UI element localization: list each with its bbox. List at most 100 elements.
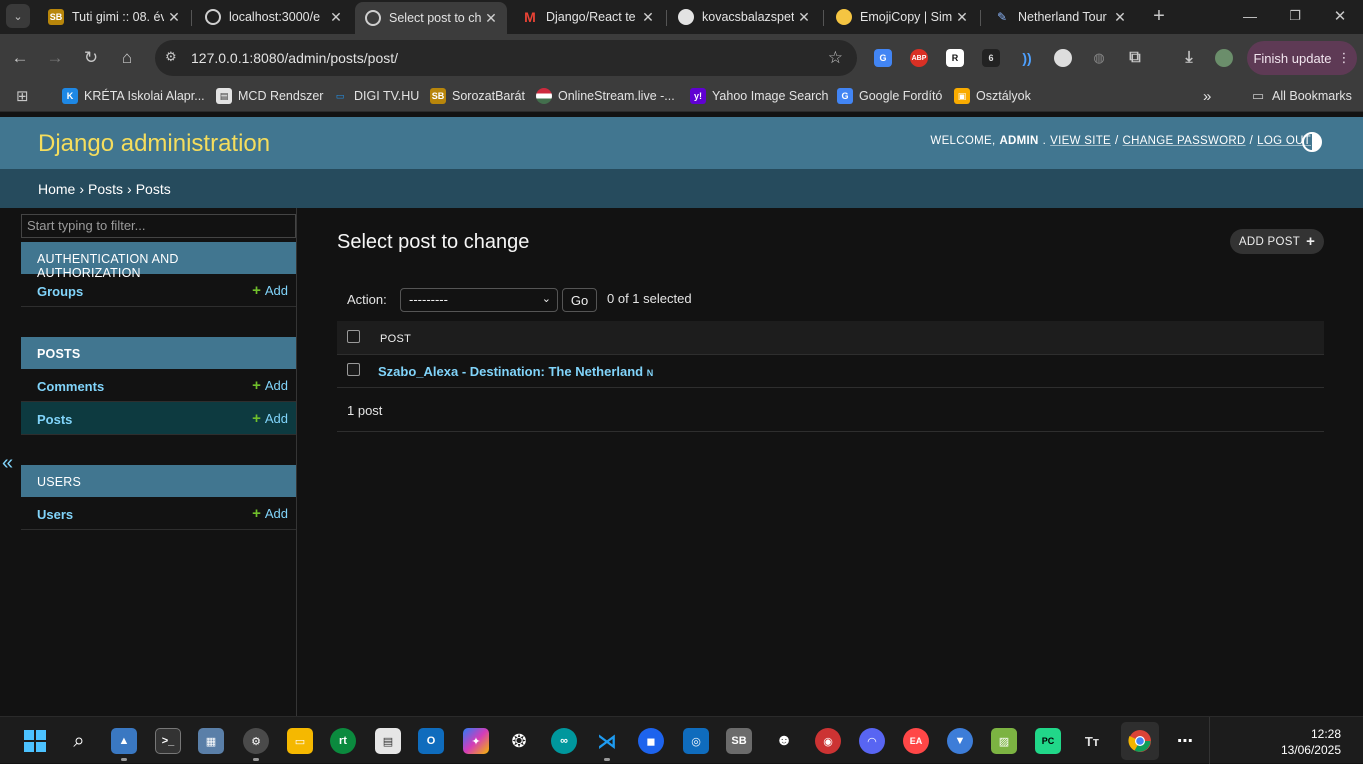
close-tab-icon[interactable]: ✕	[794, 9, 814, 26]
outlook-icon[interactable]: O	[418, 728, 444, 754]
more-dots-icon[interactable]: ⋯	[1172, 728, 1198, 754]
close-tab-icon[interactable]: ✕	[1110, 9, 1130, 26]
copilot-icon[interactable]: ✦	[463, 728, 489, 754]
store-icon[interactable]: ▤	[375, 728, 401, 754]
pycharm-icon[interactable]: PC	[1035, 728, 1061, 754]
sb-app-icon[interactable]: SB	[726, 728, 752, 754]
module-caption-posts[interactable]: POSTS	[21, 337, 296, 369]
profile-avatar[interactable]	[1215, 49, 1233, 67]
bookmark-item[interactable]: K KRÉTA Iskolai Alapr...	[62, 88, 205, 104]
google-translate-ext-icon[interactable]: G	[874, 49, 892, 67]
view-site-link[interactable]: VIEW SITE	[1050, 135, 1111, 147]
sidebar-item-groups[interactable]: Groups + Add	[21, 274, 296, 307]
site-branding[interactable]: Django administration	[38, 130, 270, 158]
search-icon[interactable]: ⌕	[66, 728, 92, 754]
settings-gear-icon[interactable]: ⚙	[243, 728, 269, 754]
row-checkbox[interactable]	[347, 363, 360, 376]
minimize-icon[interactable]: —	[1237, 3, 1263, 29]
docker-icon[interactable]: ◼	[638, 728, 664, 754]
bookmark-item[interactable]: SB SorozatBarát	[430, 88, 525, 104]
reload-icon[interactable]: ↻	[78, 45, 104, 71]
bookmark-item[interactable]: OnlineStream.live -...	[536, 88, 675, 104]
select-all-checkbox[interactable]	[347, 330, 360, 343]
remote-desktop-icon[interactable]: ▦	[198, 728, 224, 754]
add-link[interactable]: + Add	[252, 283, 288, 298]
theme-toggle-icon[interactable]	[1302, 132, 1322, 152]
arduino-icon[interactable]: ∞	[551, 728, 577, 754]
change-password-link[interactable]: CHANGE PASSWORD	[1123, 135, 1246, 147]
forward-icon[interactable]: →	[42, 45, 68, 71]
bookmarks-overflow-icon[interactable]: »	[1203, 88, 1211, 105]
discord-icon[interactable]: ◠	[859, 728, 885, 754]
address-bar[interactable]: ⚙ 127.0.0.1:8080/admin/posts/post/ ☆	[155, 40, 857, 76]
model-link[interactable]: Comments	[37, 379, 104, 394]
bookmark-item[interactable]: ▤ MCD Rendszer	[216, 88, 323, 104]
bookmark-item[interactable]: ▣ Osztályok	[954, 88, 1031, 104]
breadcrumb-app[interactable]: Posts	[88, 181, 123, 197]
close-tab-icon[interactable]: ✕	[164, 9, 184, 26]
new-tab-icon[interactable]: +	[1146, 3, 1172, 29]
browser-tab[interactable]: localhost:3000/e ✕	[195, 2, 352, 32]
collapse-sidebar-button[interactable]: «	[2, 452, 13, 475]
ea-icon[interactable]: EA	[903, 728, 929, 754]
adblock-plus-ext-icon[interactable]: ABP	[910, 49, 928, 67]
add-link[interactable]: + Add	[252, 506, 288, 521]
browser-tab[interactable]: ✎ Netherland Tour ✕	[984, 2, 1136, 32]
ghostery-ext-icon[interactable]: 6	[982, 49, 1000, 67]
add-link[interactable]: + Add	[252, 411, 288, 426]
close-window-icon[interactable]: ✕	[1327, 3, 1353, 29]
go-button[interactable]: Go	[562, 288, 597, 312]
file-explorer-icon[interactable]: ▭	[287, 728, 313, 754]
tab-search-dropdown-icon[interactable]: ⌄	[6, 4, 30, 28]
browser-tab[interactable]: kovacsbalazspet ✕	[668, 2, 820, 32]
close-tab-icon[interactable]: ✕	[481, 10, 501, 27]
rt-app-icon[interactable]: rt	[330, 728, 356, 754]
column-header-post[interactable]: POST	[380, 333, 411, 345]
bookmark-item[interactable]: ▭ DIGI TV.HU	[332, 88, 420, 104]
chatgpt-icon[interactable]: ❂	[506, 728, 532, 754]
bookmark-star-icon[interactable]: ☆	[828, 48, 843, 68]
r-ext-icon[interactable]: R	[946, 49, 964, 67]
download-icon[interactable]: ⤓	[1180, 49, 1198, 67]
close-tab-icon[interactable]: ✕	[952, 9, 972, 26]
add-link[interactable]: + Add	[252, 378, 288, 393]
breadcrumb-home[interactable]: Home	[38, 181, 75, 197]
back-icon[interactable]: ←	[7, 45, 33, 71]
sidebar-item-posts[interactable]: Posts + Add	[21, 402, 296, 435]
system-clock[interactable]: 12:28 13/06/2025	[1281, 726, 1341, 758]
bookmark-item[interactable]: y! Yahoo Image Search	[690, 88, 829, 104]
model-link[interactable]: Posts	[37, 412, 72, 427]
action-select[interactable]: --------- ⌄	[400, 288, 558, 312]
mouse-ext-icon[interactable]: ◍	[1090, 49, 1108, 67]
teams-icon[interactable]: ◎	[683, 728, 709, 754]
terminal-icon[interactable]: >_	[155, 728, 181, 754]
vpn-shield-icon[interactable]: ▼	[947, 728, 973, 754]
sidebar-item-comments[interactable]: Comments + Add	[21, 369, 296, 402]
close-tab-icon[interactable]: ✕	[326, 9, 346, 26]
apps-grid-icon[interactable]: ⊞	[16, 87, 29, 105]
all-bookmarks-folder[interactable]: ▭ All Bookmarks	[1250, 88, 1352, 104]
browser-tab[interactable]: SB Tuti gimi :: 08. év ✕	[38, 2, 190, 32]
recorder-icon[interactable]: ◉	[815, 728, 841, 754]
image-viewer-icon[interactable]: ▨	[991, 728, 1017, 754]
model-link[interactable]: Users	[37, 507, 73, 522]
bookmark-item[interactable]: G Google Fordító	[837, 88, 942, 104]
chrome-icon[interactable]	[1121, 722, 1159, 760]
browser-tab[interactable]: M Django/React te ✕	[512, 2, 664, 32]
browser-tab-active[interactable]: Select post to ch ✕	[355, 2, 507, 34]
sidebar-item-users[interactable]: Users + Add	[21, 497, 296, 530]
module-caption-auth[interactable]: AUTHENTICATION AND AUTHORIZATION	[21, 242, 296, 280]
home-icon[interactable]: ⌂	[114, 45, 140, 71]
module-caption-users[interactable]: USERS	[21, 465, 296, 497]
add-post-button[interactable]: ADD POST +	[1230, 229, 1324, 254]
extensions-puzzle-icon[interactable]: ⧉	[1126, 49, 1144, 67]
nav-filter-input[interactable]: Start typing to filter...	[21, 214, 296, 238]
gimp-icon[interactable]: ☻	[771, 728, 797, 754]
photos-icon[interactable]: ▲	[111, 728, 137, 754]
circle-ext-icon[interactable]	[1054, 49, 1072, 67]
close-tab-icon[interactable]: ✕	[638, 9, 658, 26]
url-text[interactable]: 127.0.0.1:8080/admin/posts/post/	[191, 50, 398, 66]
post-link[interactable]: Szabo_Alexa - Destination: The Netherlan…	[378, 364, 653, 379]
wifi-ext-icon[interactable]: ))	[1018, 49, 1036, 67]
model-link[interactable]: Groups	[37, 284, 83, 299]
